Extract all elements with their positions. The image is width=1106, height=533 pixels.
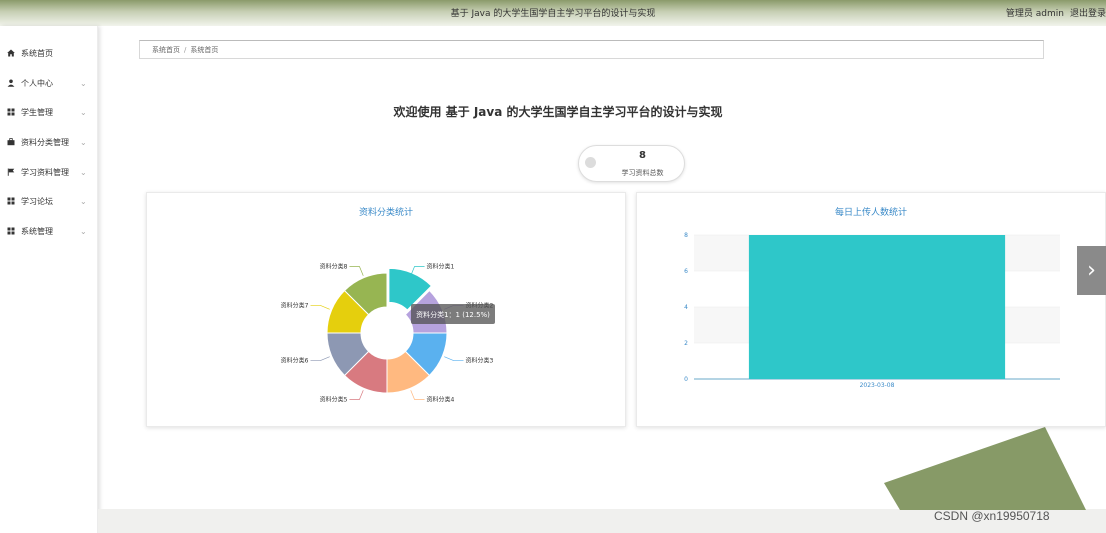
watermark-text: CSDN @xn19950718: [934, 509, 1050, 523]
bar-chart: 0 2 4 6 8 2023-03-08: [684, 232, 1060, 389]
y-tick-label: 6: [684, 268, 688, 275]
pie-slice-label: 资料分类5: [320, 396, 348, 404]
y-tick-label: 4: [684, 304, 688, 311]
chart-tooltip: 资料分类1：1 (12.5%): [411, 304, 495, 324]
category-stats-panel: 资料分类统计 资料分类1资料分类2资料分类3资料分类4资料分类5资料分类6资料分…: [146, 192, 626, 427]
breadcrumb-separator: /: [184, 45, 187, 54]
pie-chart: 资料分类1资料分类2资料分类3资料分类4资料分类5资料分类6资料分类7资料分类8…: [281, 262, 495, 404]
pie-label-line: [444, 356, 464, 361]
stat-dot-icon: [585, 157, 596, 168]
pie-slice-label: 资料分类7: [281, 301, 309, 309]
pie-label-line: [310, 356, 330, 361]
pie-slice-label: 资料分类8: [320, 262, 348, 270]
pie-slice-label: 资料分类6: [281, 357, 309, 365]
next-arrow-button[interactable]: ›: [1077, 246, 1106, 295]
y-tick-label: 0: [684, 376, 688, 383]
breadcrumb-item-home[interactable]: 系统首页: [152, 45, 180, 55]
breadcrumb: 系统首页 / 系统首页: [139, 40, 1044, 59]
pie-slice-label: 资料分类1: [427, 262, 455, 270]
bar[interactable]: [748, 235, 1006, 379]
welcome-text: 欢迎使用 基于 Java 的大学生国学自主学习平台的设计与实现: [393, 105, 723, 119]
stat-card-materials: 8 学习资料总数: [578, 145, 685, 182]
pie-label-line: [410, 390, 425, 400]
stat-label: 学习资料总数: [621, 169, 664, 177]
welcome-heading: 欢迎使用 基于 Java 的大学生国学自主学习平台的设计与实现: [0, 103, 1106, 120]
breadcrumb-item-current: 系统首页: [190, 45, 219, 54]
pie-label-line: [310, 305, 330, 310]
y-tick-label: 8: [684, 232, 688, 239]
x-tick-label: 2023-03-08: [860, 382, 895, 389]
stat-value: 8: [639, 150, 646, 161]
y-tick-label: 2: [684, 340, 688, 347]
daily-upload-panel: 每日上传人数统计 0 2 4 6 8 2023-03-08: [636, 192, 1106, 427]
pie-label-line: [349, 266, 364, 276]
pie-slice-label: 资料分类4: [427, 396, 455, 404]
pie-label-line: [349, 390, 364, 400]
pie-slice-label: 资料分类3: [466, 357, 494, 365]
svg-text:资料分类1：1 (12.5%): 资料分类1：1 (12.5%): [416, 310, 490, 319]
